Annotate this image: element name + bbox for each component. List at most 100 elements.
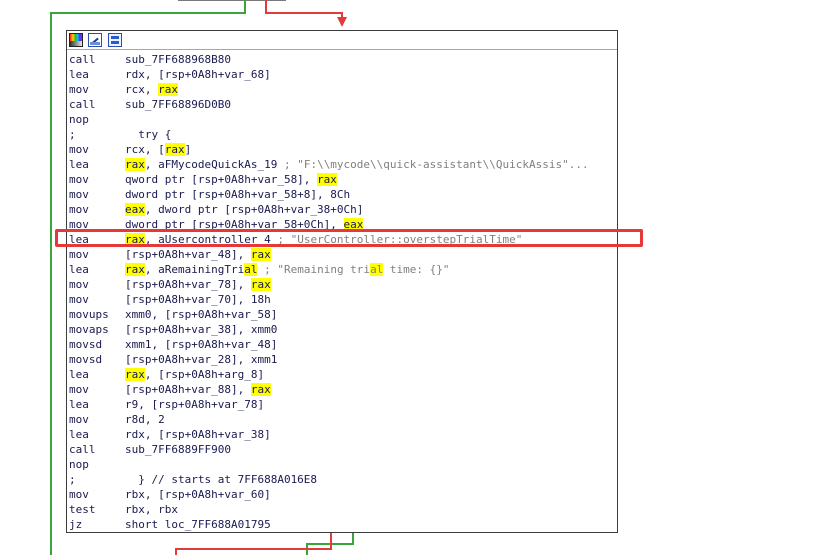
asm-line[interactable]: mov rcx, [rax]	[69, 142, 589, 157]
asm-comment: time: {}"	[383, 263, 450, 276]
asm-mnemonic: jz	[69, 518, 83, 531]
asm-mnemonic: mov	[69, 383, 89, 396]
node-titlebar[interactable]	[67, 31, 617, 50]
asm-mnemonic: mov	[69, 203, 89, 216]
asm-operand: rbx, [rsp+0A8h+var_60]	[125, 488, 271, 501]
highlighted-token[interactable]: al	[370, 263, 384, 276]
asm-comment: ; "Remaining tri	[264, 263, 371, 276]
asm-line[interactable]: movsd xmm1, [rsp+0A8h+var_48]	[69, 337, 589, 352]
highlighted-token[interactable]: rax	[164, 143, 185, 156]
asm-line[interactable]: ; } // starts at 7FF688A016E8	[69, 472, 589, 487]
rename-icon[interactable]	[88, 33, 102, 47]
asm-operand: rbx, rbx	[125, 503, 178, 516]
asm-mnemonic: ;	[69, 473, 76, 486]
highlighted-token[interactable]: al	[244, 263, 258, 276]
asm-line[interactable]: mov rcx, rax	[69, 82, 589, 97]
asm-mnemonic: ;	[69, 128, 76, 141]
highlighted-token[interactable]: eax	[125, 203, 145, 216]
asm-line[interactable]: test rbx, rbx	[69, 502, 589, 517]
asm-line[interactable]: call sub_7FF68896D0B0	[69, 97, 589, 112]
asm-line[interactable]: mov rbx, [rsp+0A8h+var_60]	[69, 487, 589, 502]
asm-operand: } // starts at 7FF688A016E8	[125, 473, 318, 486]
asm-line[interactable]: lea rax, aFMycodeQuickAs_19 ; "F:\\mycode…	[69, 157, 589, 172]
highlighted-token[interactable]: rax	[125, 158, 145, 171]
asm-operand: [rsp+0A8h+var_28], xmm1	[125, 353, 278, 366]
asm-mnemonic: mov	[69, 143, 89, 156]
highlight-annotation-box	[55, 229, 643, 247]
asm-line[interactable]: mov [rsp+0A8h+var_78], rax	[69, 277, 589, 292]
asm-mnemonic: mov	[69, 293, 89, 306]
asm-line[interactable]: nop	[69, 112, 589, 127]
asm-line[interactable]: lea rax, aRemainingTrial ; "Remaining tri…	[69, 262, 589, 277]
graph-icon[interactable]	[108, 33, 122, 47]
highlighted-token[interactable]: rax	[125, 263, 145, 276]
asm-mnemonic: movsd	[69, 338, 103, 351]
asm-line[interactable]: call sub_7FF688968B80	[69, 52, 589, 67]
asm-mnemonic: mov	[69, 278, 89, 291]
asm-line[interactable]: call sub_7FF6889FF900	[69, 442, 589, 457]
palette-icon[interactable]	[69, 33, 83, 47]
asm-mnemonic: lea	[69, 158, 89, 171]
asm-operand: [rsp+0A8h+var_70], 18h	[125, 293, 271, 306]
asm-line[interactable]: nop	[69, 457, 589, 472]
highlighted-token[interactable]: rax	[125, 368, 145, 381]
previous-node-bottom-edge	[178, 0, 286, 1]
asm-line[interactable]: mov [rsp+0A8h+var_70], 18h	[69, 292, 589, 307]
highlighted-token[interactable]: rax	[250, 383, 271, 396]
asm-line[interactable]: movups xmm0, [rsp+0A8h+var_58]	[69, 307, 589, 322]
asm-mnemonic: mov	[69, 488, 89, 501]
asm-mnemonic: mov	[69, 188, 89, 201]
asm-mnemonic: movsd	[69, 353, 103, 366]
asm-mnemonic: mov	[69, 83, 89, 96]
highlighted-token[interactable]: rax	[250, 248, 271, 261]
asm-line[interactable]: lea r9, [rsp+0A8h+var_78]	[69, 397, 589, 412]
asm-mnemonic: call	[69, 443, 96, 456]
asm-mnemonic: mov	[69, 413, 89, 426]
asm-mnemonic: movups	[69, 308, 109, 321]
asm-mnemonic: lea	[69, 398, 89, 411]
red-edge-bottom-vertical	[330, 533, 332, 549]
asm-operand: qword ptr [rsp+0A8h+var_58],	[125, 173, 318, 186]
asm-mnemonic: nop	[69, 113, 89, 126]
asm-mnemonic: call	[69, 98, 96, 111]
asm-mnemonic: nop	[69, 458, 89, 471]
green-edge-left-vertical	[50, 12, 52, 555]
asm-comment: ; "F:\\mycode\\quick-assistant\\QuickAss…	[283, 158, 589, 171]
asm-line[interactable]: ; try {	[69, 127, 589, 142]
asm-line[interactable]: mov eax, dword ptr [rsp+0A8h+var_38+0Ch]	[69, 202, 589, 217]
asm-mnemonic: lea	[69, 428, 89, 441]
asm-line[interactable]: movsd [rsp+0A8h+var_28], xmm1	[69, 352, 589, 367]
asm-mnemonic: mov	[69, 173, 89, 186]
asm-operand: xmm0, [rsp+0A8h+var_58]	[125, 308, 278, 321]
red-edge-bottom-down	[175, 548, 177, 555]
asm-operand: try {	[125, 128, 172, 141]
asm-operand: sub_7FF68896D0B0	[125, 98, 231, 111]
highlighted-token[interactable]: rax	[317, 173, 337, 186]
asm-line[interactable]: lea rdx, [rsp+0A8h+var_68]	[69, 67, 589, 82]
asm-line[interactable]: mov r8d, 2	[69, 412, 589, 427]
asm-mnemonic: lea	[69, 368, 89, 381]
asm-mnemonic: test	[69, 503, 96, 516]
highlighted-token[interactable]: rax	[158, 83, 178, 96]
asm-line[interactable]: lea rdx, [rsp+0A8h+var_38]	[69, 427, 589, 442]
highlighted-token[interactable]: rax	[250, 278, 271, 291]
asm-operand: , aRemainingTri	[144, 263, 245, 276]
asm-operand: dword ptr [rsp+0A8h+var_58+8], 8Ch	[125, 188, 351, 201]
graph-node[interactable]: call sub_7FF688968B80 lea rdx, [rsp+0A8h+va…	[66, 30, 618, 533]
asm-operand: , aFMycodeQuickAs_19	[144, 158, 284, 171]
disassembly-listing[interactable]: call sub_7FF688968B80 lea rdx, [rsp+0A8h+va…	[69, 52, 589, 532]
asm-operand: , dword ptr [rsp+0A8h+var_38+0Ch]	[144, 203, 364, 216]
red-arrowhead-icon	[337, 17, 347, 27]
asm-line[interactable]: movaps [rsp+0A8h+var_38], xmm0	[69, 322, 589, 337]
asm-mnemonic: movaps	[69, 323, 109, 336]
asm-operand: rcx, [	[125, 143, 165, 156]
asm-line[interactable]: jz short loc_7FF688A01795	[69, 517, 589, 532]
asm-line[interactable]: mov dword ptr [rsp+0A8h+var_58+8], 8Ch	[69, 187, 589, 202]
asm-line[interactable]: mov [rsp+0A8h+var_88], rax	[69, 382, 589, 397]
asm-operand: [rsp+0A8h+var_48],	[125, 248, 251, 261]
asm-operand: sub_7FF6889FF900	[125, 443, 231, 456]
asm-line[interactable]: mov qword ptr [rsp+0A8h+var_58], rax	[69, 172, 589, 187]
asm-operand: r8d, 2	[125, 413, 165, 426]
asm-line[interactable]: lea rax, [rsp+0A8h+arg_8]	[69, 367, 589, 382]
asm-line[interactable]: mov [rsp+0A8h+var_48], rax	[69, 247, 589, 262]
